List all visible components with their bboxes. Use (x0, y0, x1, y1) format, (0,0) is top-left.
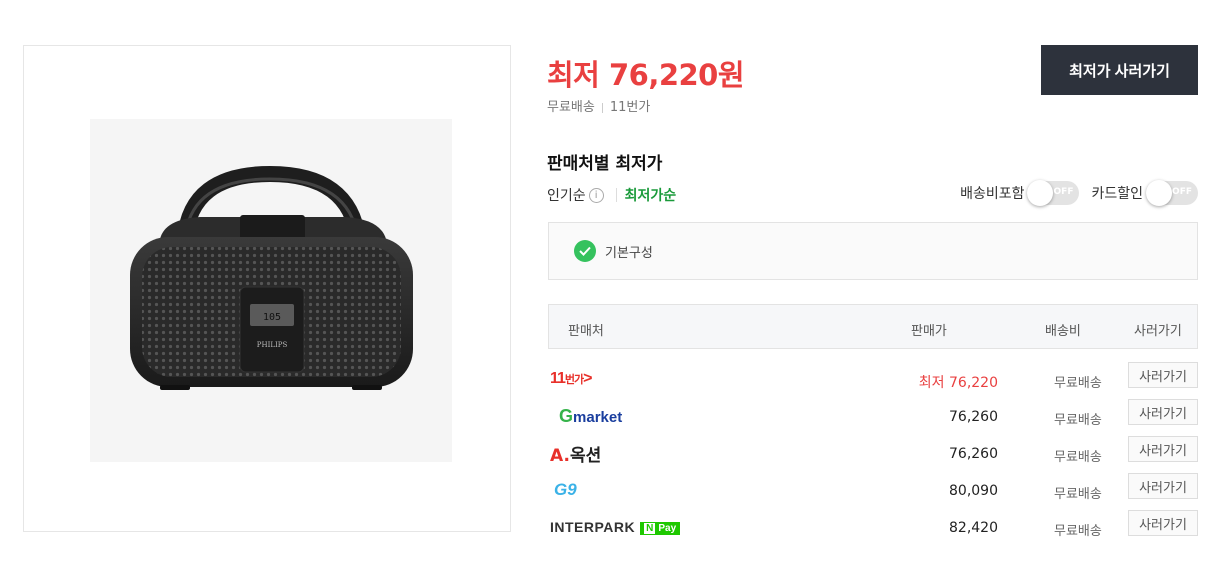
seller-logo-11st[interactable]: 11번가> (550, 367, 593, 391)
seller-logo-gmarket[interactable]: Gmarket (550, 404, 622, 428)
toggle-label-card: 카드할인 (1091, 186, 1143, 202)
seller-logo-g9[interactable]: G9 (550, 478, 577, 502)
seller-shipping: 무료배송 (1054, 376, 1102, 391)
toggle-state: OFF (1172, 187, 1192, 197)
table-row: 11번가> 최저 76,220 무료배송 사러가기 (548, 362, 1198, 398)
price-meta: 무료배송 11번가 (547, 96, 650, 115)
header-go: 사러가기 (1134, 324, 1182, 339)
seller-price: 82,420 (949, 520, 998, 536)
brand-logo: PHILIPS (257, 341, 288, 349)
go-to-store-button[interactable]: 사러가기 (1128, 510, 1198, 536)
seller-logo-interpark[interactable]: INTERPARK N Pay (550, 515, 681, 539)
toggle-knob (1146, 180, 1172, 206)
seller-shipping: 무료배송 (1054, 487, 1102, 502)
logo-text: G9 (554, 480, 577, 499)
header-seller: 판매처 (568, 324, 604, 339)
seller-shipping: 무료배송 (1054, 524, 1102, 539)
sort-popular[interactable]: 인기순 (547, 185, 586, 205)
logo-sub: 번가 (564, 374, 584, 386)
header-shipping: 배송비 (1045, 324, 1081, 339)
logo-text: INTERPARK N Pay (550, 519, 681, 535)
product-image-panel: 105 PHILIPS (23, 45, 511, 532)
product-image[interactable]: 105 PHILIPS (90, 119, 452, 462)
logo-main: G (559, 405, 574, 426)
npay-n: N (644, 522, 656, 534)
seller-price: 최저 76,220 (918, 375, 998, 391)
divider (601, 102, 603, 113)
seller-price: 80,090 (949, 483, 998, 499)
lowest-buy-button[interactable]: 최저가 사러가기 (1041, 45, 1198, 95)
npay-label: Pay (658, 522, 677, 534)
display-readout: 105 (263, 312, 281, 323)
check-icon (574, 240, 596, 262)
config-option[interactable]: 기본구성 (548, 222, 1198, 280)
logo-sub: 옥션 (569, 445, 602, 466)
logo-main: A. (550, 445, 570, 466)
table-row: Gmarket 76,260 무료배송 사러가기 (548, 399, 1198, 435)
table-row: INTERPARK N Pay 82,420 무료배송 사러가기 (548, 510, 1198, 546)
logo-text: A.옥션 (550, 441, 601, 466)
sort-lowest[interactable]: 최저가순 (625, 185, 677, 205)
shipping-info: 무료배송 (547, 100, 595, 115)
seller-shipping: 무료배송 (1054, 450, 1102, 465)
store-name: 11번가 (609, 100, 651, 115)
go-to-store-button[interactable]: 사러가기 (1128, 436, 1198, 462)
lowest-price: 최저 76,220원 (547, 58, 745, 92)
logo-main: 11 (550, 370, 566, 387)
go-to-store-button[interactable]: 사러가기 (1128, 473, 1198, 499)
config-label: 기본구성 (605, 245, 653, 261)
table-header: 판매처 판매가 배송비 사러가기 (548, 304, 1198, 349)
logo-text: Gmarket (550, 406, 622, 427)
price-compare-page: 105 PHILIPS 최저 76,220원 무료배송 11번가 최저가 사러가기… (0, 0, 1228, 581)
shipping-included-toggle[interactable]: OFF (1027, 180, 1080, 206)
npay-badge: N Pay (640, 521, 681, 535)
go-to-store-button[interactable]: 사러가기 (1128, 362, 1198, 388)
section-title: 판매처별 최저가 (547, 154, 663, 174)
table-row: A.옥션 76,260 무료배송 사러가기 (548, 436, 1198, 472)
header-price: 판매가 (911, 324, 947, 339)
seller-logo-auction[interactable]: A.옥션 (550, 441, 601, 466)
seller-shipping: 무료배송 (1054, 413, 1102, 428)
seller-price: 76,260 (949, 446, 998, 462)
logo-main: INTERPARK (550, 519, 636, 535)
logo-sub: market (573, 408, 623, 426)
toggle-knob (1027, 180, 1054, 206)
toggle-label-shipping: 배송비포함 (960, 186, 1025, 202)
go-to-store-button[interactable]: 사러가기 (1128, 399, 1198, 425)
sort-options: 인기순 i 최저가순 (547, 185, 676, 205)
card-discount-toggle[interactable]: OFF (1146, 180, 1198, 206)
filter-toggles: 배송비포함 OFF 카드할인 OFF (960, 180, 1198, 206)
toggle-state: OFF (1053, 187, 1074, 197)
table-row: G9 80,090 무료배송 사러가기 (548, 473, 1198, 509)
info-icon[interactable]: i (588, 187, 604, 203)
seller-price: 76,260 (949, 409, 998, 425)
divider (615, 188, 617, 202)
logo-text: 11번가> (550, 370, 593, 387)
